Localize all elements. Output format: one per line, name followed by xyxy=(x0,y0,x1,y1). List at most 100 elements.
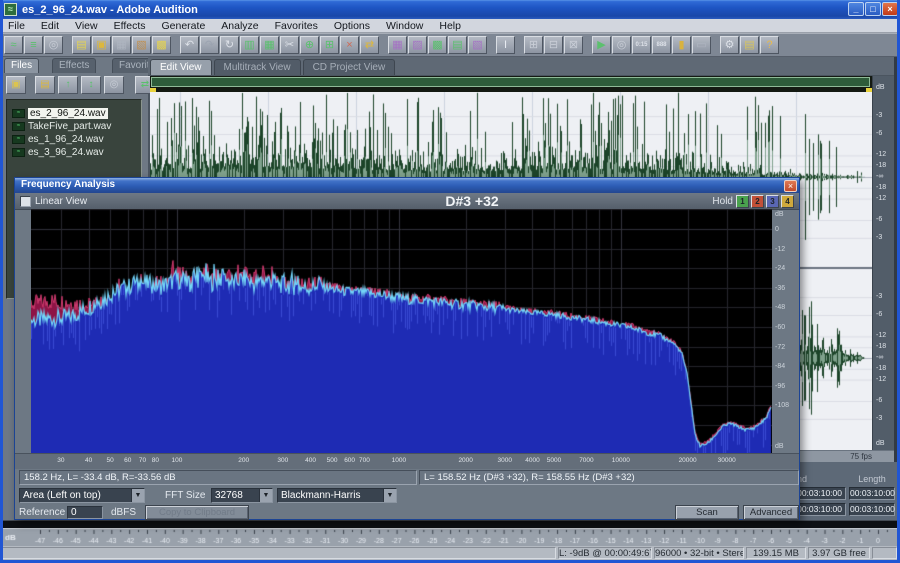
menu-file[interactable]: File xyxy=(0,19,33,33)
repeat-icon[interactable]: ↻ xyxy=(220,36,239,54)
freq-axis-label: 1000 xyxy=(392,457,406,464)
ruler-label: -12 xyxy=(876,151,886,158)
tab-cd-project-view[interactable]: CD Project View xyxy=(303,59,396,75)
reference-input[interactable]: 0 xyxy=(67,506,103,519)
freq-axis-label: 70 xyxy=(139,457,146,464)
window-3-icon[interactable]: ⊠ xyxy=(564,36,583,54)
freq-axis-label: 40 xyxy=(85,457,92,464)
tab-multitrack-view[interactable]: Multitrack View xyxy=(214,59,301,75)
menu-options[interactable]: Options xyxy=(326,19,378,33)
hold-button-3[interactable]: 3 xyxy=(766,195,779,208)
scripts-icon[interactable]: ▤ xyxy=(740,36,759,54)
open-file-icon[interactable]: ▣ xyxy=(92,36,111,54)
hold-button-2[interactable]: 2 xyxy=(751,195,764,208)
fx-green-icon[interactable]: ▩ xyxy=(428,36,447,54)
ruler-label: -∞ xyxy=(876,173,883,180)
mix-paste-icon[interactable]: ⊞ xyxy=(320,36,339,54)
maximize-button[interactable]: □ xyxy=(865,2,881,16)
app-titlebar[interactable]: ≈ es_2_96_24.wav - Adobe Audition _ □ × xyxy=(0,0,900,19)
open-folder-icon[interactable]: ▤ xyxy=(35,76,55,94)
levels-icon[interactable]: ▮ xyxy=(672,36,691,54)
convert-icon[interactable]: ⇄ xyxy=(360,36,379,54)
file-item[interactable]: ≈es_3_96_24.wav xyxy=(7,146,141,159)
panel-tab-files[interactable]: Files xyxy=(4,58,39,73)
freq-axis-label: 80 xyxy=(152,457,159,464)
advanced-button[interactable]: Advanced xyxy=(743,505,799,520)
menu-edit[interactable]: Edit xyxy=(33,19,67,33)
marquee-icon[interactable]: I xyxy=(496,36,515,54)
app-icon: ≈ xyxy=(4,3,17,16)
data-display-icon[interactable]: 888 xyxy=(652,36,671,54)
scan-button[interactable]: Scan xyxy=(675,505,739,520)
fx-grid-icon[interactable]: ▨ xyxy=(408,36,427,54)
save-icon[interactable]: ▦ xyxy=(112,36,131,54)
freq-axis-label: 30000 xyxy=(718,457,736,464)
chevron-down-icon[interactable]: ▼ xyxy=(131,489,144,502)
overview-range-bar[interactable] xyxy=(151,77,870,87)
file-item[interactable]: ≈TakeFive_part.wav xyxy=(7,120,141,133)
copy-icon[interactable]: ▥ xyxy=(240,36,259,54)
multitrack-view-icon[interactable]: ≡ xyxy=(24,36,43,54)
menu-generate[interactable]: Generate xyxy=(154,19,214,33)
delete-icon[interactable]: × xyxy=(340,36,359,54)
menu-view[interactable]: View xyxy=(67,19,106,33)
menu-help[interactable]: Help xyxy=(431,19,469,33)
time-display-icon[interactable]: 0:15 xyxy=(632,36,651,54)
menu-effects[interactable]: Effects xyxy=(106,19,154,33)
db-axis-label: dB xyxy=(775,443,784,450)
window-1-icon[interactable]: ⊞ xyxy=(524,36,543,54)
tab-edit-view[interactable]: Edit View xyxy=(150,59,212,75)
pane-icon[interactable]: ▭ xyxy=(692,36,711,54)
file-name: es_3_96_24.wav xyxy=(28,147,104,158)
dialog-titlebar[interactable]: Frequency Analysis xyxy=(15,178,799,193)
insert-multitrack-icon[interactable]: ↕ xyxy=(81,76,101,94)
file-item[interactable]: ≈es_2_96_24.wav xyxy=(7,107,141,120)
cut-icon[interactable]: ✂ xyxy=(280,36,299,54)
play-icon[interactable]: ▶ xyxy=(592,36,611,54)
hold-button-1[interactable]: 1 xyxy=(736,195,749,208)
chevron-down-icon[interactable]: ▼ xyxy=(259,489,272,502)
cd-project-icon[interactable]: ◎ xyxy=(44,36,63,54)
level-meter[interactable] xyxy=(0,520,900,528)
copy-to-new-icon[interactable]: ▦ xyxy=(260,36,279,54)
dialog-close-icon[interactable]: × xyxy=(784,180,797,192)
spectrum-plot[interactable] xyxy=(31,209,772,453)
db-axis-label: -84 xyxy=(775,363,785,370)
hold-button-4[interactable]: 4 xyxy=(781,195,794,208)
menu-analyze[interactable]: Analyze xyxy=(213,19,266,33)
linear-view-checkbox[interactable] xyxy=(20,196,31,207)
right-edge-strip xyxy=(894,57,897,462)
area-select[interactable]: Area (Left on top) ▼ xyxy=(19,488,145,503)
undo-icon[interactable]: ↶ xyxy=(180,36,199,54)
import-icon[interactable]: ↑ xyxy=(58,76,78,94)
copy-to-clipboard-button[interactable]: Copy to Clipboard xyxy=(145,505,249,520)
fx-rack-icon[interactable]: ▦ xyxy=(388,36,407,54)
paste-icon[interactable]: ⊕ xyxy=(300,36,319,54)
menu-favorites[interactable]: Favorites xyxy=(267,19,326,33)
minimize-button[interactable]: _ xyxy=(848,2,864,16)
redo-icon[interactable]: ↷ xyxy=(200,36,219,54)
freq-axis-label: 20000 xyxy=(679,457,697,464)
menu-window[interactable]: Window xyxy=(378,19,431,33)
fft-size-select[interactable]: 32768 ▼ xyxy=(211,488,273,503)
close-button[interactable]: × xyxy=(882,2,898,16)
window-2-icon[interactable]: ⊟ xyxy=(544,36,563,54)
edit-view-icon[interactable]: ≈ xyxy=(4,36,23,54)
settings-icon[interactable]: ⚙ xyxy=(720,36,739,54)
save-as-icon[interactable]: ▧ xyxy=(132,36,151,54)
waveform-overview-bar[interactable] xyxy=(150,76,872,92)
fx-purple-icon[interactable]: ▧ xyxy=(468,36,487,54)
zoom-icon[interactable]: ◎ xyxy=(612,36,631,54)
save-all-icon[interactable]: ▩ xyxy=(152,36,171,54)
status-spacer xyxy=(2,547,556,559)
file-item[interactable]: ≈es_1_96_24.wav xyxy=(7,133,141,146)
panel-tab-effects[interactable]: Effects xyxy=(52,58,96,73)
help-icon[interactable]: ? xyxy=(760,36,779,54)
secure-icon[interactable]: ▣ xyxy=(6,76,26,94)
chevron-down-icon[interactable]: ▼ xyxy=(383,489,396,502)
new-file-icon[interactable]: ▤ xyxy=(72,36,91,54)
insert-cd-icon[interactable]: ◎ xyxy=(104,76,124,94)
fx-mix-icon[interactable]: ▤ xyxy=(448,36,467,54)
window-function-select[interactable]: Blackmann-Harris ▼ xyxy=(277,488,397,503)
amplitude-ruler[interactable]: dB-3-3-6-6-12-12-18-18-∞-3-3-6-6-12-12-1… xyxy=(872,76,894,450)
